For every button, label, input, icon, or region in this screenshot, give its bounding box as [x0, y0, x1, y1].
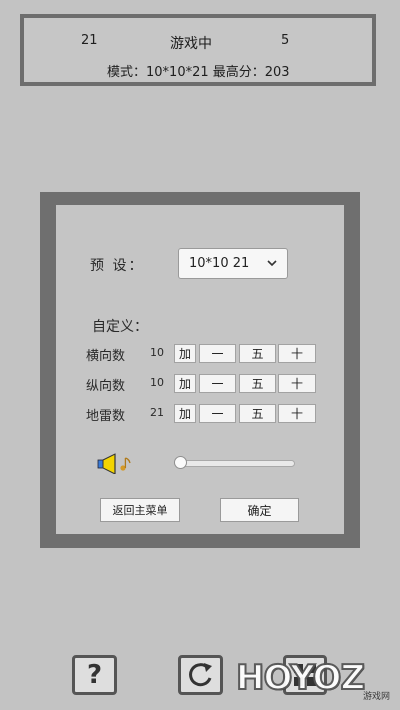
width-add-button[interactable]: 加: [174, 344, 196, 363]
question-mark-icon: ?: [86, 660, 103, 690]
watermark-subtext: 游戏网: [362, 692, 390, 702]
settings-dialog: 预 设： 10*10 21 自定义： 横向数 10 加 一 五 十 纵向数 10…: [40, 192, 360, 548]
height-add-button[interactable]: 加: [174, 374, 196, 393]
mines-remaining-counter: 21: [81, 33, 98, 48]
height-value: 10: [150, 376, 164, 389]
chevron-down-icon: [267, 260, 277, 267]
restart-button[interactable]: [178, 655, 223, 695]
width-five-button[interactable]: 五: [239, 344, 276, 363]
width-ten-button[interactable]: 十: [278, 344, 316, 363]
status-panel: 21 游戏中 5 模式：10*10*21 最高分：203: [20, 14, 376, 86]
width-minus-one-button[interactable]: 一: [199, 344, 236, 363]
settings-dialog-body: 预 设： 10*10 21 自定义： 横向数 10 加 一 五 十 纵向数 10…: [56, 205, 344, 534]
restart-icon: [188, 663, 212, 687]
height-ten-button[interactable]: 十: [278, 374, 316, 393]
height-label: 纵向数: [86, 379, 126, 394]
watermark-logo: HOYOZ 游戏网: [235, 652, 396, 704]
sound-horn-icon: [97, 453, 131, 474]
mines-ten-button[interactable]: 十: [278, 404, 316, 423]
custom-label: 自定义：: [92, 319, 148, 335]
preset-label: 预 设：: [90, 258, 145, 274]
confirm-button[interactable]: 确定: [220, 498, 299, 522]
mode-and-best-score: 模式：10*10*21 最高分：203: [107, 65, 290, 80]
watermark-text: HOYOZ: [235, 657, 366, 699]
mines-minus-one-button[interactable]: 一: [199, 404, 236, 423]
help-button[interactable]: ?: [72, 655, 117, 695]
preset-dropdown-value: 10*10 21: [189, 256, 250, 271]
preset-dropdown[interactable]: 10*10 21: [178, 248, 288, 279]
height-minus-one-button[interactable]: 一: [199, 374, 236, 393]
back-to-main-menu-button[interactable]: 返回主菜单: [100, 498, 180, 522]
height-five-button[interactable]: 五: [239, 374, 276, 393]
mines-add-button[interactable]: 加: [174, 404, 196, 423]
mines-value: 21: [150, 406, 164, 419]
width-label: 横向数: [86, 349, 126, 364]
volume-slider-thumb[interactable]: [174, 456, 187, 469]
mines-label: 地雷数: [86, 409, 126, 424]
volume-slider-track[interactable]: [179, 460, 295, 467]
width-value: 10: [150, 346, 164, 359]
game-state-label: 游戏中: [170, 36, 212, 52]
mines-five-button[interactable]: 五: [239, 404, 276, 423]
timer-counter: 5: [281, 33, 290, 48]
